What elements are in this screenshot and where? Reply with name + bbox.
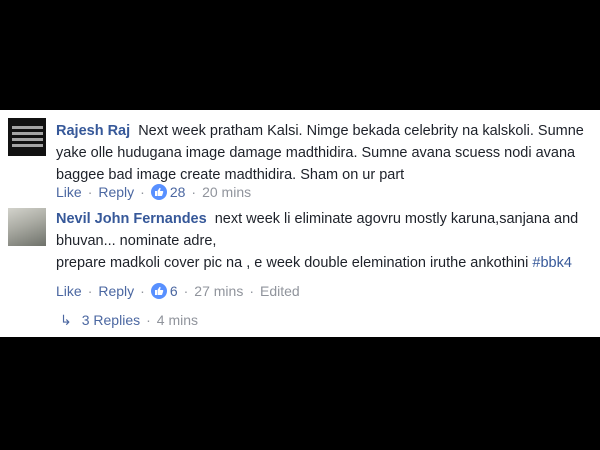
reaction-count[interactable]: 6	[170, 282, 178, 300]
comment-actions: Like · Reply · 6 · 27 mins · Edited	[56, 282, 300, 300]
view-replies-link[interactable]: 3 Replies	[82, 311, 140, 329]
like-link[interactable]: Like	[56, 282, 82, 300]
reply-link[interactable]: Reply	[98, 282, 134, 300]
comment-text-line: bhuvan... nominate adre,	[56, 233, 217, 249]
comment-text-line: Nevil John Fernandes next week li elimin…	[56, 208, 578, 230]
hashtag-link[interactable]: #bbk4	[532, 255, 572, 271]
reply-link[interactable]: Reply	[98, 183, 134, 201]
reply-arrow-icon: ↳	[60, 312, 72, 328]
comment-text-line: Rajesh Raj Next week pratham Kalsi. Nimg…	[56, 120, 584, 142]
comments-panel: Rajesh Raj Next week pratham Kalsi. Nimg…	[0, 110, 600, 337]
thumbs-up-icon[interactable]	[150, 184, 167, 200]
comment-text-line: prepare madkoli cover pic na , e week do…	[56, 252, 572, 274]
comment-text-line: yake olle hudugana image damage madthidi…	[56, 145, 576, 161]
comment-text: next week li eliminate agovru mostly kar…	[214, 211, 579, 227]
comment-timestamp[interactable]: 20 mins	[202, 183, 251, 201]
like-link[interactable]: Like	[56, 183, 82, 201]
thumbs-up-icon[interactable]	[150, 283, 167, 299]
replies-timestamp: 4 mins	[156, 312, 199, 328]
comment-timestamp[interactable]: 27 mins	[194, 282, 243, 300]
replies-row[interactable]: ↳ 3 Replies · 4 mins	[60, 311, 198, 329]
avatar[interactable]	[8, 208, 46, 246]
comment-text: Next week pratham Kalsi. Nimge bekada ce…	[138, 123, 584, 139]
comment-author[interactable]: Rajesh Raj	[56, 123, 130, 139]
reaction-count[interactable]: 28	[170, 183, 186, 201]
comment-author[interactable]: Nevil John Fernandes	[56, 211, 207, 227]
comment-actions: Like · Reply · 28 · 20 mins	[56, 183, 252, 201]
edited-label[interactable]: Edited	[260, 282, 300, 300]
comment-text: prepare madkoli cover pic na , e week do…	[56, 255, 533, 271]
avatar[interactable]	[8, 118, 46, 156]
